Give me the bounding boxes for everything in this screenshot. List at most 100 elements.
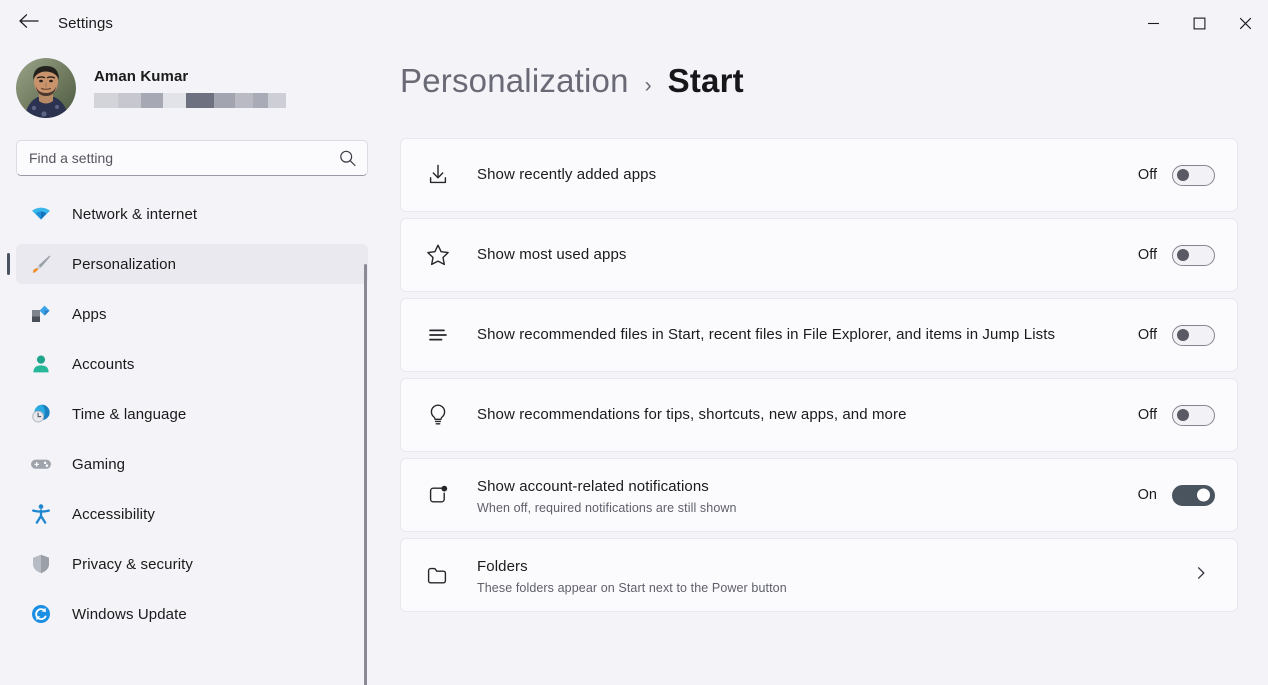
account-name: Aman Kumar bbox=[94, 68, 286, 85]
toggle-state-label: Off bbox=[1138, 327, 1157, 343]
sidebar-scrollbar-thumb[interactable] bbox=[364, 264, 367, 685]
setting-row-account-notifications[interactable]: Show account-related notifications When … bbox=[400, 458, 1238, 532]
sidebar-item-network-internet[interactable]: Network & internet bbox=[16, 194, 368, 234]
toggle-state-label: Off bbox=[1138, 167, 1157, 183]
sidebar: Aman Kumar bbox=[0, 46, 390, 685]
sidebar-item-label: Privacy & security bbox=[72, 556, 193, 573]
sidebar-item-windows-update[interactable]: Windows Update bbox=[16, 594, 368, 634]
lightbulb-icon bbox=[425, 402, 459, 428]
folder-icon bbox=[425, 562, 459, 588]
account-card[interactable]: Aman Kumar bbox=[0, 46, 390, 134]
notification-badge-icon bbox=[425, 482, 459, 508]
caption-buttons bbox=[1130, 0, 1268, 46]
list-lines-icon bbox=[425, 322, 459, 348]
account-meta: Aman Kumar bbox=[94, 68, 286, 108]
sidebar-item-label: Network & internet bbox=[72, 206, 197, 223]
sidebar-item-label: Accounts bbox=[72, 356, 135, 373]
chevron-right-icon[interactable] bbox=[1193, 565, 1209, 586]
maximize-button[interactable] bbox=[1176, 0, 1222, 46]
setting-text: Show recommended files in Start, recent … bbox=[459, 311, 1138, 358]
paintbrush-icon bbox=[28, 253, 54, 275]
update-icon bbox=[28, 603, 54, 625]
search-container bbox=[0, 134, 390, 176]
setting-text: Show account-related notifications When … bbox=[459, 463, 1138, 526]
toggle-recommended-files[interactable] bbox=[1172, 325, 1215, 346]
sidebar-item-label: Accessibility bbox=[72, 506, 155, 523]
clock-globe-icon bbox=[28, 403, 54, 425]
breadcrumb: Personalization › Start bbox=[400, 46, 1268, 138]
close-icon bbox=[1239, 17, 1252, 30]
setting-title: Folders bbox=[477, 555, 1177, 578]
toggle-state-label: Off bbox=[1138, 407, 1157, 423]
maximize-icon bbox=[1193, 17, 1206, 30]
toggle-most-used-apps[interactable] bbox=[1172, 245, 1215, 266]
toggle-recently-added-apps[interactable] bbox=[1172, 165, 1215, 186]
settings-window: Settings bbox=[0, 0, 1268, 685]
sidebar-item-personalization[interactable]: Personalization bbox=[16, 244, 368, 284]
setting-subtitle: These folders appear on Start next to th… bbox=[477, 581, 1177, 595]
sidebar-item-accounts[interactable]: Accounts bbox=[16, 344, 368, 384]
back-button[interactable] bbox=[12, 8, 46, 38]
setting-control: Off bbox=[1138, 165, 1215, 186]
search-icon[interactable] bbox=[339, 150, 356, 167]
settings-list: Show recently added apps Off bbox=[400, 138, 1268, 612]
arrow-left-icon bbox=[18, 13, 40, 34]
sidebar-item-gaming[interactable]: Gaming bbox=[16, 444, 368, 484]
setting-row-recommended-files[interactable]: Show recommended files in Start, recent … bbox=[400, 298, 1238, 372]
setting-title: Show account-related notifications bbox=[477, 475, 1122, 498]
wifi-icon bbox=[28, 203, 54, 225]
toggle-state-label: On bbox=[1138, 487, 1157, 503]
toggle-state-label: Off bbox=[1138, 247, 1157, 263]
breadcrumb-separator-icon: › bbox=[645, 74, 652, 98]
breadcrumb-parent[interactable]: Personalization bbox=[400, 62, 629, 100]
setting-row-most-used-apps[interactable]: Show most used apps Off bbox=[400, 218, 1238, 292]
setting-control: Off bbox=[1138, 245, 1215, 266]
toggle-recommendations-tips[interactable] bbox=[1172, 405, 1215, 426]
minimize-icon bbox=[1147, 17, 1160, 30]
sidebar-item-time-language[interactable]: Time & language bbox=[16, 394, 368, 434]
setting-row-folders[interactable]: Folders These folders appear on Start ne… bbox=[400, 538, 1238, 612]
apps-icon bbox=[28, 303, 54, 325]
setting-text: Folders These folders appear on Start ne… bbox=[459, 543, 1193, 606]
sidebar-nav: Network & internet Personalization bbox=[0, 194, 390, 634]
sidebar-item-label: Windows Update bbox=[72, 606, 187, 623]
setting-text: Show recently added apps bbox=[459, 151, 1138, 198]
search-box[interactable] bbox=[16, 140, 368, 176]
setting-control bbox=[1193, 565, 1215, 586]
star-icon bbox=[425, 242, 459, 268]
setting-row-recommendations-tips[interactable]: Show recommendations for tips, shortcuts… bbox=[400, 378, 1238, 452]
shield-icon bbox=[28, 553, 54, 575]
setting-control: Off bbox=[1138, 405, 1215, 426]
setting-subtitle: When off, required notifications are sti… bbox=[477, 501, 1122, 515]
setting-title: Show recommended files in Start, recent … bbox=[477, 323, 1122, 346]
setting-text: Show most used apps bbox=[459, 231, 1138, 278]
person-icon bbox=[28, 353, 54, 375]
search-input[interactable] bbox=[17, 141, 367, 175]
main-content: Personalization › Start Show recen bbox=[390, 46, 1268, 685]
gamepad-icon bbox=[28, 453, 54, 475]
sidebar-item-accessibility[interactable]: Accessibility bbox=[16, 494, 368, 534]
setting-row-recently-added-apps[interactable]: Show recently added apps Off bbox=[400, 138, 1238, 212]
sidebar-item-privacy-security[interactable]: Privacy & security bbox=[16, 544, 368, 584]
avatar bbox=[16, 58, 76, 118]
sidebar-item-apps[interactable]: Apps bbox=[16, 294, 368, 334]
accessibility-icon bbox=[28, 503, 54, 525]
sidebar-item-label: Gaming bbox=[72, 456, 125, 473]
minimize-button[interactable] bbox=[1130, 0, 1176, 46]
avatar-photo bbox=[16, 58, 76, 118]
setting-title: Show most used apps bbox=[477, 243, 1122, 266]
close-button[interactable] bbox=[1222, 0, 1268, 46]
breadcrumb-current: Start bbox=[668, 62, 744, 100]
setting-title: Show recommendations for tips, shortcuts… bbox=[477, 403, 1122, 426]
sidebar-item-label: Time & language bbox=[72, 406, 186, 423]
window-title: Settings bbox=[58, 15, 113, 32]
setting-control: Off bbox=[1138, 325, 1215, 346]
account-email-redacted bbox=[94, 93, 286, 108]
setting-text: Show recommendations for tips, shortcuts… bbox=[459, 391, 1138, 438]
window-body: Aman Kumar bbox=[0, 46, 1268, 685]
sidebar-item-label: Personalization bbox=[72, 256, 176, 273]
setting-control: On bbox=[1138, 485, 1215, 506]
download-icon bbox=[425, 162, 459, 188]
setting-title: Show recently added apps bbox=[477, 163, 1122, 186]
toggle-account-notifications[interactable] bbox=[1172, 485, 1215, 506]
